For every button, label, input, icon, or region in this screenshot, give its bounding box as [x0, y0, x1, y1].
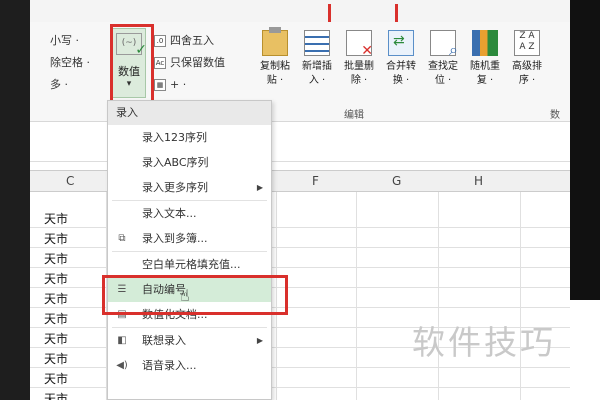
- tool-label: 复制粘: [260, 61, 290, 72]
- menu-item-123-sequence[interactable]: 录入123序列: [108, 125, 271, 150]
- menu-item-more-sequences[interactable]: 录入更多序列 ▶: [108, 175, 271, 200]
- cell-value: 天市: [44, 372, 69, 386]
- menu-item-voice-input[interactable]: ◀) 语音录入...: [108, 353, 271, 378]
- cell-value: 天市: [44, 352, 69, 366]
- keep-values-label: 只保留数值: [170, 56, 225, 69]
- submenu-arrow-icon: ▶: [256, 336, 263, 345]
- shuffle-icon: [472, 30, 498, 56]
- cell-value: 天市: [44, 272, 69, 286]
- menu-title: 录入: [108, 101, 271, 125]
- menu-item-autocomplete[interactable]: ◧ 联想录入 ▶: [108, 328, 271, 353]
- tool-label: 除 ·: [350, 75, 368, 86]
- tool-row: 复制粘 贴 · 新增插 入 · 批量删 除 · 合并转 换 · 查找定: [254, 27, 548, 88]
- tool-label: 查找定: [428, 61, 458, 72]
- column-header-g[interactable]: G: [392, 174, 401, 188]
- tool-label: 换 ·: [392, 75, 410, 86]
- cut-off-command-group: 小写 · 除空格 · 多 ·: [50, 30, 110, 96]
- cell-value: 天市: [44, 232, 69, 246]
- abc-icon: Ac: [154, 57, 166, 69]
- batch-delete-button[interactable]: 批量删 除 ·: [338, 28, 380, 88]
- menu-item-label: 语音录入...: [142, 359, 197, 372]
- tool-label: 序 ·: [518, 75, 536, 86]
- rounding-group: .0 四舍五入 Ac 只保留数值 ▦ + ·: [154, 30, 254, 96]
- menu-item-label: 录入更多序列: [142, 181, 208, 194]
- left-dark-edge: [0, 0, 30, 400]
- tool-label: 新增插: [302, 61, 332, 72]
- cell-value: 天市: [44, 252, 69, 266]
- group-label-edit: 编辑: [344, 110, 364, 121]
- group-label-data: 数: [550, 110, 560, 121]
- menu-item-enter-text[interactable]: 录入文本...: [108, 201, 271, 226]
- ribbon-tabs-strip: [30, 0, 570, 22]
- add-command[interactable]: ▦ + ·: [154, 74, 254, 96]
- tool-label: 贴 ·: [266, 75, 284, 86]
- column-header-h[interactable]: H: [474, 174, 483, 188]
- advanced-sort-button[interactable]: Z A A Z 高级排 序 ·: [506, 28, 548, 88]
- add-insert-button[interactable]: 新增插 入 ·: [296, 28, 338, 88]
- menu-item-label: 录入文本...: [142, 207, 197, 220]
- grid-icon: ▦: [154, 79, 166, 91]
- cell-value: 天市: [44, 212, 69, 226]
- mouse-cursor-icon: ☝: [180, 286, 190, 305]
- highlight-box-value: [110, 24, 154, 108]
- watermark-text: 软件技巧: [412, 323, 556, 362]
- menu-item-fill-blank[interactable]: 空白单元格填充值...: [108, 252, 271, 277]
- menu-item-enter-multiple[interactable]: ⧉ 录入到多簿...: [108, 226, 271, 251]
- tool-label: 随机重: [470, 61, 500, 72]
- find-locate-button[interactable]: 查找定 位 ·: [422, 28, 464, 88]
- screenshot-frame: 小写 · 除空格 · 多 · (~) ✓ 数值 ▾ .0 四舍五入 Ac 只保留数…: [0, 0, 600, 400]
- sort-icon: Z A A Z: [514, 30, 540, 56]
- tool-label: 复 ·: [476, 75, 494, 86]
- column-header-c[interactable]: C: [66, 174, 74, 188]
- insert-rows-icon: [304, 30, 330, 56]
- input-dropdown-menu: 录入 录入123序列 录入ABC序列 录入更多序列 ▶ 录入文本... ⧉ 录入…: [107, 100, 272, 400]
- speaker-icon: ◀): [116, 360, 128, 371]
- cell-value: 天市: [44, 312, 69, 326]
- merge-icon: [388, 30, 414, 56]
- tool-label: 合并转: [386, 61, 416, 72]
- cell-value: 天市: [44, 332, 69, 346]
- copy-icon: ⧉: [118, 233, 126, 244]
- cell-value: 天市: [44, 292, 69, 306]
- menu-item-label: 录入到多簿...: [142, 232, 208, 245]
- round-label: 四舍五入: [170, 34, 214, 47]
- clipboard-icon: [262, 27, 288, 56]
- merge-convert-button[interactable]: 合并转 换 ·: [380, 28, 422, 88]
- cell-value: 天市: [44, 392, 69, 400]
- tool-label: 高级排: [512, 61, 542, 72]
- add-label: + ·: [170, 78, 187, 91]
- column-header-f[interactable]: F: [312, 174, 319, 188]
- round-command[interactable]: .0 四舍五入: [154, 30, 254, 52]
- random-repeat-button[interactable]: 随机重 复 ·: [464, 28, 506, 88]
- menu-item-label: 空白单元格填充值...: [142, 258, 241, 271]
- menu-item-abc-sequence[interactable]: 录入ABC序列: [108, 150, 271, 175]
- submenu-arrow-icon: ▶: [256, 183, 263, 192]
- menu-item-label: 录入123序列: [142, 131, 207, 144]
- lowercase-command[interactable]: 小写 ·: [50, 30, 110, 52]
- copy-paste-button[interactable]: 复制粘 贴 ·: [254, 27, 296, 88]
- right-dark-edge: [570, 0, 600, 300]
- menu-item-label: 录入ABC序列: [142, 156, 209, 169]
- tool-label: 批量删: [344, 61, 374, 72]
- delete-cells-icon: [346, 30, 373, 59]
- round-icon: .0: [154, 35, 166, 47]
- find-icon: [430, 30, 458, 60]
- autocomplete-icon: ◧: [117, 335, 127, 346]
- menu-item-label: 联想录入: [142, 334, 186, 347]
- highlight-box-menu: [102, 275, 288, 315]
- more-command[interactable]: 多 ·: [50, 74, 110, 96]
- tool-label: 位 ·: [434, 75, 452, 86]
- tool-label: 入 ·: [308, 75, 326, 86]
- keep-values-command[interactable]: Ac 只保留数值: [154, 52, 254, 74]
- remove-spaces-command[interactable]: 除空格 ·: [50, 52, 110, 74]
